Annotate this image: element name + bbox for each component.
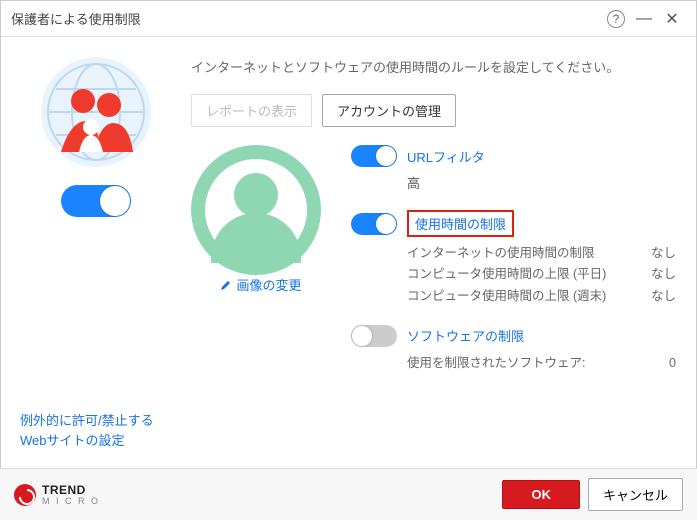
exceptions-link[interactable]: 例外的に許可/禁止する Webサイトの設定 bbox=[20, 411, 154, 450]
left-column bbox=[21, 57, 171, 457]
url-filter-link[interactable]: URLフィルタ bbox=[407, 147, 485, 166]
settings-column: URLフィルタ 高 使用時間の制限 インターネットの使用時間の制限 なし bbox=[351, 145, 676, 392]
avatar-column: 画像の変更 bbox=[191, 145, 331, 392]
pencil-icon bbox=[220, 279, 232, 291]
software-limit-toggle[interactable] bbox=[351, 325, 397, 347]
brand-logo-icon bbox=[14, 484, 36, 506]
brand: TREND M I C R O bbox=[14, 484, 502, 506]
help-button[interactable]: ? bbox=[602, 5, 630, 33]
section-time-limit: 使用時間の制限 インターネットの使用時間の制限 なし コンピュータ使用時間の上限… bbox=[351, 210, 676, 307]
button-row: レポートの表示 アカウントの管理 bbox=[191, 94, 676, 127]
close-icon: ✕ bbox=[665, 9, 678, 29]
titlebar: 保護者による使用制限 ? ― ✕ bbox=[1, 1, 696, 37]
content: インターネットとソフトウェアの使用時間のルールを設定してください。 レポートの表… bbox=[1, 37, 696, 457]
close-button[interactable]: ✕ bbox=[658, 5, 686, 33]
manage-account-button[interactable]: アカウントの管理 bbox=[322, 94, 456, 127]
footer: TREND M I C R O OK キャンセル bbox=[0, 468, 697, 520]
profile-row: 画像の変更 URLフィルタ 高 使用時間の制限 bbox=[191, 145, 676, 392]
url-filter-toggle[interactable] bbox=[351, 145, 397, 167]
brand-sub: M I C R O bbox=[42, 496, 100, 506]
master-toggle[interactable] bbox=[61, 185, 131, 217]
minimize-button[interactable]: ― bbox=[630, 5, 658, 33]
family-globe-icon bbox=[41, 57, 151, 167]
avatar-icon bbox=[191, 145, 321, 275]
brand-name: TREND bbox=[42, 484, 100, 496]
feature-icon bbox=[41, 57, 151, 167]
change-avatar-link[interactable]: 画像の変更 bbox=[220, 275, 301, 294]
section-software-limit: ソフトウェアの制限 使用を制限されたソフトウェア: 0 bbox=[351, 325, 676, 374]
software-limit-link[interactable]: ソフトウェアの制限 bbox=[407, 326, 524, 345]
window-title: 保護者による使用制限 bbox=[11, 9, 602, 28]
time-limit-toggle[interactable] bbox=[351, 213, 397, 235]
table-row: 使用を制限されたソフトウェア: 0 bbox=[407, 353, 676, 374]
table-row: インターネットの使用時間の制限 なし bbox=[407, 243, 676, 264]
table-row: コンピュータ使用時間の上限 (平日) なし bbox=[407, 264, 676, 285]
ok-button[interactable]: OK bbox=[502, 480, 580, 509]
view-report-button: レポートの表示 bbox=[191, 94, 312, 127]
instruction-text: インターネットとソフトウェアの使用時間のルールを設定してください。 bbox=[191, 57, 676, 76]
table-row: コンピュータ使用時間の上限 (週末) なし bbox=[407, 286, 676, 307]
section-url-filter: URLフィルタ 高 bbox=[351, 145, 676, 192]
toggle-knob bbox=[100, 186, 130, 216]
change-avatar-label: 画像の変更 bbox=[236, 275, 301, 294]
help-icon: ? bbox=[607, 10, 625, 28]
time-limit-link[interactable]: 使用時間の制限 bbox=[407, 210, 514, 237]
cancel-button[interactable]: キャンセル bbox=[588, 478, 683, 511]
url-filter-level: 高 bbox=[407, 173, 676, 192]
right-column: インターネットとソフトウェアの使用時間のルールを設定してください。 レポートの表… bbox=[171, 57, 676, 457]
time-limit-rows: インターネットの使用時間の制限 なし コンピュータ使用時間の上限 (平日) なし… bbox=[407, 243, 676, 307]
minimize-icon: ― bbox=[636, 10, 652, 28]
